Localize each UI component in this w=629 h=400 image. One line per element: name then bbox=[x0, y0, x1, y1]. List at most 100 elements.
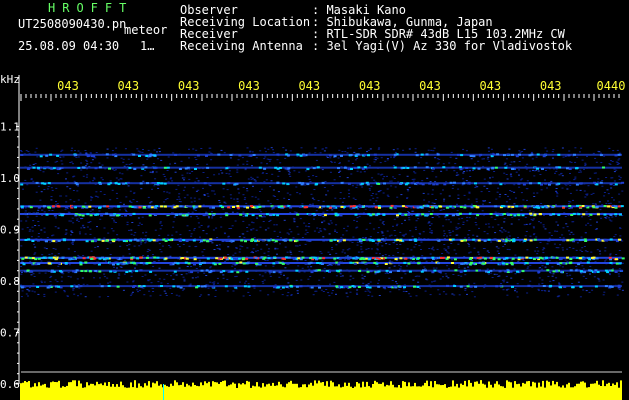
noise-speck bbox=[86, 174, 89, 176]
band-point bbox=[417, 257, 420, 260]
noise-speck bbox=[195, 215, 198, 217]
noise-speck bbox=[592, 192, 595, 194]
noise-speck bbox=[266, 158, 269, 160]
noise-speck bbox=[149, 152, 152, 154]
band-point bbox=[47, 262, 51, 265]
signal-level-column bbox=[570, 387, 572, 391]
noise-speck bbox=[293, 211, 296, 213]
noise-speck bbox=[301, 267, 304, 269]
noise-speck bbox=[106, 148, 109, 150]
noise-speck bbox=[137, 224, 140, 226]
noise-speck bbox=[367, 149, 370, 151]
noise-speck bbox=[21, 260, 24, 262]
noise-speck bbox=[68, 220, 71, 222]
band-point bbox=[377, 285, 381, 288]
noise-speck bbox=[548, 164, 551, 166]
noise-speck bbox=[356, 294, 359, 295]
signal-level-column bbox=[430, 381, 432, 391]
noise-speck bbox=[341, 251, 344, 253]
signal-level-column bbox=[336, 386, 338, 391]
noise-speck bbox=[287, 292, 290, 294]
signal-level-column bbox=[418, 386, 420, 391]
noise-speck bbox=[74, 150, 76, 152]
signal-level-column bbox=[598, 384, 600, 391]
noise-speck bbox=[289, 150, 292, 152]
noise-speck bbox=[231, 211, 234, 213]
band-point bbox=[205, 269, 209, 272]
noise-speck bbox=[191, 211, 194, 213]
band-point bbox=[310, 271, 314, 274]
signal-level-column bbox=[118, 386, 120, 391]
noise-speck bbox=[144, 242, 147, 244]
noise-speck bbox=[334, 197, 337, 199]
noise-speck bbox=[369, 148, 372, 150]
noise-speck bbox=[344, 259, 346, 261]
band-point bbox=[326, 205, 330, 208]
noise-speck bbox=[250, 178, 253, 180]
band-point bbox=[150, 206, 154, 209]
noise-speck bbox=[103, 273, 106, 275]
band-point bbox=[521, 214, 525, 217]
noise-speck bbox=[360, 246, 363, 248]
band-point bbox=[135, 270, 139, 273]
signal-level-column bbox=[52, 381, 54, 391]
noise-speck bbox=[211, 211, 213, 213]
noise-speck bbox=[508, 249, 511, 251]
noise-speck bbox=[363, 171, 366, 173]
signal-level-column bbox=[398, 385, 400, 391]
noise-speck bbox=[426, 279, 429, 281]
noise-speck bbox=[491, 226, 494, 228]
band-point bbox=[238, 154, 242, 157]
noise-speck bbox=[24, 207, 27, 209]
noise-speck bbox=[526, 180, 529, 182]
noise-speck bbox=[323, 150, 326, 152]
signal-level-column bbox=[562, 385, 564, 391]
band-point bbox=[394, 286, 398, 289]
band-point bbox=[559, 257, 563, 260]
noise-speck bbox=[396, 260, 398, 261]
band-point bbox=[57, 285, 61, 288]
band-point bbox=[568, 262, 572, 265]
noise-speck bbox=[116, 197, 119, 199]
band-point bbox=[478, 269, 481, 272]
noise-speck bbox=[59, 156, 62, 158]
band-point bbox=[128, 270, 132, 273]
noise-speck bbox=[244, 197, 247, 199]
signal-level-column bbox=[282, 386, 284, 391]
noise-speck bbox=[228, 170, 231, 172]
noise-speck bbox=[369, 281, 372, 283]
noise-speck bbox=[379, 162, 382, 164]
noise-speck bbox=[115, 169, 117, 171]
noise-speck bbox=[43, 281, 46, 283]
noise-speck bbox=[481, 158, 484, 160]
noise-speck bbox=[457, 194, 460, 196]
noise-speck bbox=[141, 151, 144, 153]
noise-speck bbox=[236, 164, 239, 166]
noise-speck bbox=[137, 291, 139, 293]
noise-speck bbox=[313, 230, 316, 232]
noise-speck bbox=[199, 265, 202, 267]
noise-speck bbox=[497, 247, 500, 249]
band-point bbox=[432, 183, 436, 186]
noise-speck bbox=[611, 177, 614, 179]
signal-level-column bbox=[154, 383, 156, 391]
noise-speck bbox=[220, 169, 222, 171]
band-point bbox=[271, 206, 275, 209]
noise-speck bbox=[506, 165, 509, 167]
noise-speck bbox=[491, 176, 494, 178]
signal-level-column bbox=[374, 380, 376, 391]
noise-speck bbox=[115, 177, 118, 179]
noise-speck bbox=[163, 201, 166, 203]
noise-speck bbox=[169, 246, 172, 248]
noise-speck bbox=[499, 193, 502, 195]
noise-speck bbox=[152, 163, 155, 164]
band-point bbox=[125, 271, 129, 273]
noise-speck bbox=[308, 223, 311, 224]
noise-speck bbox=[55, 217, 57, 219]
band-point bbox=[154, 213, 158, 216]
noise-speck bbox=[303, 184, 306, 186]
noise-speck bbox=[51, 253, 54, 255]
noise-speck bbox=[76, 219, 78, 221]
noise-speck bbox=[89, 152, 92, 154]
band-point bbox=[227, 206, 231, 209]
